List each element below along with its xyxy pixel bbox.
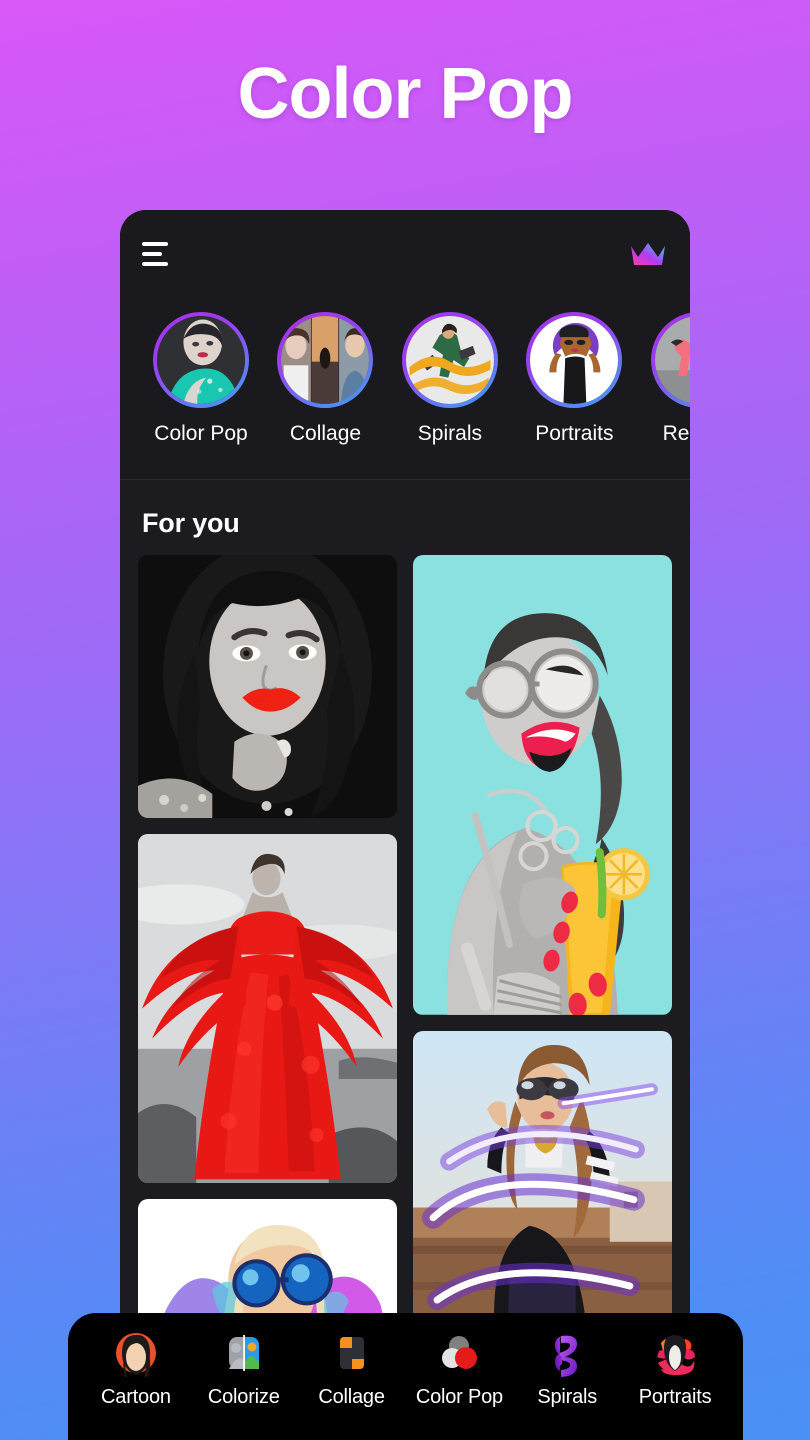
category-thumb-collage bbox=[281, 316, 370, 404]
nav-label: Color Pop bbox=[415, 1386, 503, 1408]
category-item-collage[interactable]: Collage bbox=[265, 300, 385, 446]
category-thumb-spirals bbox=[405, 316, 494, 404]
category-ring bbox=[277, 312, 374, 408]
colorize-photo-icon bbox=[220, 1329, 268, 1377]
category-ring bbox=[153, 312, 249, 408]
nav-label: Collage bbox=[318, 1386, 385, 1408]
nav-item-collage[interactable]: Collage bbox=[298, 1329, 406, 1409]
crown-icon[interactable] bbox=[628, 238, 668, 270]
app-header bbox=[120, 210, 690, 300]
purple-ribbon-icon bbox=[543, 1329, 591, 1377]
nav-label: Colorize bbox=[207, 1386, 280, 1408]
nav-item-color-pop[interactable]: Color Pop bbox=[405, 1329, 513, 1409]
feed-card-red-angel-wings[interactable] bbox=[138, 834, 397, 1184]
category-item-spirals[interactable]: Spirals bbox=[390, 300, 510, 446]
collage-grid-icon bbox=[328, 1329, 376, 1377]
category-thumb-color-pop bbox=[157, 316, 245, 404]
section-title-for-you: For you bbox=[142, 508, 240, 538]
hamburger-menu-icon[interactable] bbox=[142, 242, 176, 266]
feed-grid bbox=[120, 539, 690, 1375]
category-ring bbox=[526, 312, 623, 408]
category-ring bbox=[650, 312, 690, 408]
category-label: Color Pop bbox=[154, 422, 248, 445]
category-ring bbox=[401, 312, 498, 408]
category-item-portraits[interactable]: Portraits bbox=[514, 300, 634, 446]
phone-mockup: Color Pop Collage Spirals Portraits Re F… bbox=[120, 210, 690, 1375]
category-strip[interactable]: Color Pop Collage Spirals Portraits Re bbox=[120, 300, 690, 480]
nav-item-spirals[interactable]: Spirals bbox=[513, 1329, 621, 1409]
feed-card-bw-portrait-red-lips[interactable] bbox=[138, 555, 397, 818]
category-label: Collage bbox=[289, 422, 362, 445]
feed-card-woman-orange-drink[interactable] bbox=[413, 555, 672, 1015]
feed-column-right bbox=[413, 555, 672, 1375]
cartoon-avatar-icon bbox=[112, 1329, 160, 1377]
feed-column-left bbox=[138, 555, 397, 1375]
nav-label: Cartoon bbox=[101, 1386, 171, 1408]
page-title: Color Pop bbox=[237, 54, 574, 134]
category-item-recolor[interactable]: Recolor bbox=[639, 300, 690, 446]
bottom-navigation-bar: Cartoon Colorize Collage Color Pop Spira… bbox=[68, 1313, 743, 1440]
color-circles-icon bbox=[435, 1329, 483, 1377]
category-label: Recolor bbox=[662, 422, 690, 445]
nav-item-portraits[interactable]: Portraits bbox=[621, 1329, 729, 1409]
portrait-brush-icon bbox=[651, 1329, 699, 1377]
category-item-color-pop[interactable]: Color Pop bbox=[141, 300, 261, 446]
nav-item-colorize[interactable]: Colorize bbox=[190, 1329, 298, 1409]
category-label: Portraits bbox=[535, 422, 614, 445]
feed-card-purple-neon-spiral[interactable] bbox=[413, 1030, 672, 1344]
category-thumb-recolor bbox=[654, 316, 690, 404]
nav-label: Portraits bbox=[638, 1386, 712, 1408]
nav-item-cartoon[interactable]: Cartoon bbox=[82, 1329, 190, 1409]
category-thumb-portraits bbox=[530, 316, 619, 404]
nav-label: Spirals bbox=[537, 1386, 598, 1408]
category-label: Spirals bbox=[417, 422, 482, 445]
